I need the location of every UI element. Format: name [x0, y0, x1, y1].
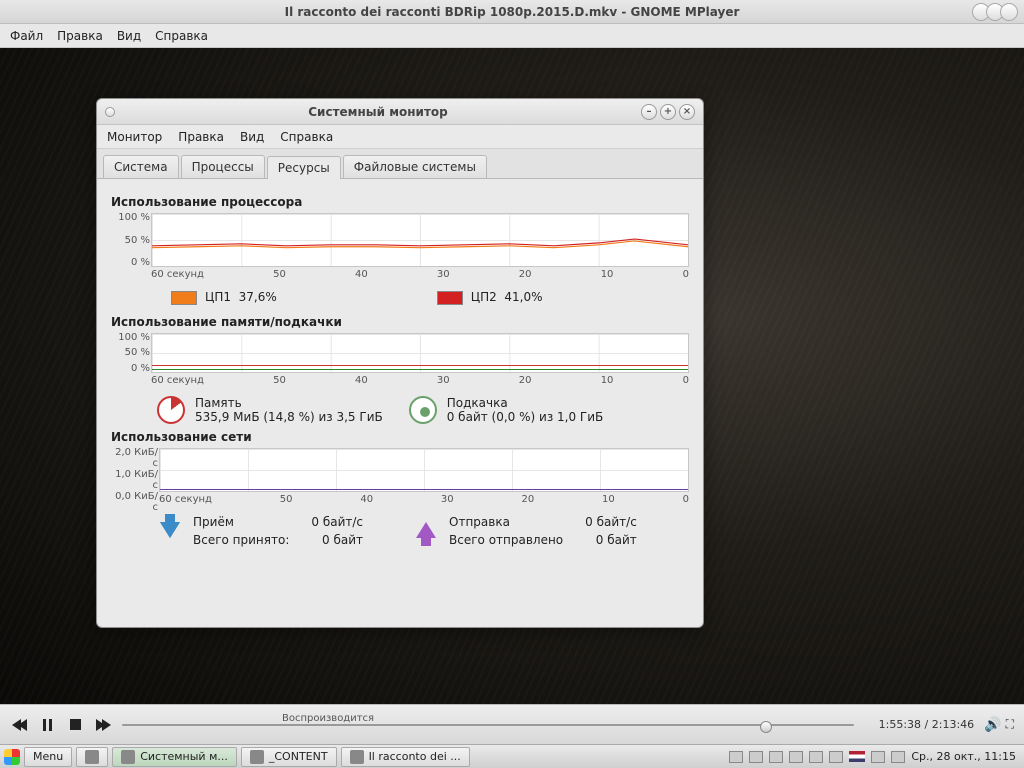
tx-rate: 0 байт/с	[585, 515, 637, 529]
mem-ylabels: 100 %50 %0 %	[110, 332, 150, 374]
taskbar-app-sysmon[interactable]: Системный м...	[112, 747, 237, 767]
upload-arrow-icon	[413, 515, 439, 545]
memory-pie-icon	[157, 396, 185, 424]
tray-icon[interactable]	[891, 751, 905, 763]
sysmon-body: Использование процессора 100 %50 %0 % 60…	[97, 179, 703, 563]
tab-processes[interactable]: Процессы	[181, 155, 265, 178]
taskbar: Menu Системный м... _CONTENT Il racconto…	[0, 744, 1024, 768]
swap-info: Подкачка 0 байт (0,0 %) из 1,0 ГиБ	[409, 396, 604, 424]
rx-total: 0 байт	[311, 533, 363, 547]
start-menu-icon[interactable]	[4, 749, 20, 765]
tray-icon[interactable]	[871, 751, 885, 763]
seek-slider[interactable]	[122, 724, 854, 726]
cpu-legend-1[interactable]: ЦП1 37,6%	[171, 290, 277, 305]
mplayer-menubar: Файл Правка Вид Справка	[0, 24, 1024, 48]
next-button[interactable]	[94, 716, 112, 734]
keyboard-layout-icon[interactable]	[849, 751, 865, 762]
tray-icon[interactable]	[729, 751, 743, 763]
sysmon-menubar: Монитор Правка Вид Справка	[97, 125, 703, 149]
pause-button[interactable]	[38, 716, 56, 734]
folder-icon	[250, 750, 264, 764]
menu-file[interactable]: Файл	[10, 29, 43, 43]
cpu-xlabels: 60 секунд50403020100	[151, 267, 689, 280]
rx-rate: 0 байт/с	[311, 515, 363, 529]
memory-label: Память	[195, 396, 383, 410]
prev-button[interactable]	[10, 716, 28, 734]
clock[interactable]: Ср., 28 окт., 11:15	[911, 750, 1016, 763]
menu-view[interactable]: Вид	[240, 130, 264, 144]
net-section-title: Использование сети	[111, 430, 689, 444]
window-buttons	[976, 3, 1018, 21]
tx-total-label: Всего отправлено	[449, 533, 563, 547]
tray-icon[interactable]	[829, 751, 843, 763]
mem-section-title: Использование памяти/подкачки	[111, 315, 689, 329]
net-tx-info: Отправка 0 байт/с Всего отправлено 0 байт	[413, 515, 637, 547]
cpu-chart: 100 %50 %0 %	[151, 213, 689, 267]
playback-status: Воспроизводится	[282, 713, 374, 724]
player-controls: Воспроизводится 1:55:38 / 2:13:46 🔊 ⛶	[0, 704, 1024, 744]
tx-total: 0 байт	[585, 533, 637, 547]
system-tray: Ср., 28 окт., 11:15	[729, 750, 1024, 763]
close-button[interactable]	[1000, 3, 1018, 21]
download-arrow-icon	[157, 515, 183, 545]
sysmon-title: Системный монитор	[115, 105, 641, 119]
mplayer-title: Il racconto dei racconti BDRip 1080p.201…	[285, 5, 740, 19]
tx-name: Отправка	[449, 515, 563, 529]
tray-icon[interactable]	[769, 751, 783, 763]
tab-resources[interactable]: Ресурсы	[267, 156, 341, 179]
tray-icon[interactable]	[749, 751, 763, 763]
fullscreen-icon[interactable]: ⛶	[1006, 717, 1014, 732]
sysmon-titlebar[interactable]: Системный монитор – + ×	[97, 99, 703, 125]
swap-label: Подкачка	[447, 396, 604, 410]
menu-help[interactable]: Справка	[155, 29, 208, 43]
menu-monitor[interactable]: Монитор	[107, 130, 162, 144]
mplayer-titlebar[interactable]: Il racconto dei racconti BDRip 1080p.201…	[0, 0, 1024, 24]
net-xlabels: 60 секунд50403020100	[159, 492, 689, 505]
sysmon-tabs: Система Процессы Ресурсы Файловые систем…	[97, 149, 703, 179]
desktop-icon	[85, 750, 99, 764]
net-rx-info: Приём 0 байт/с Всего принято: 0 байт	[157, 515, 363, 547]
minimize-button[interactable]: –	[641, 104, 657, 120]
rx-total-label: Всего принято:	[193, 533, 289, 547]
window-menu-icon[interactable]	[105, 107, 115, 117]
tray-icon[interactable]	[809, 751, 823, 763]
rx-name: Приём	[193, 515, 289, 529]
memory-info: Память 535,9 МиБ (14,8 %) из 3,5 ГиБ	[157, 396, 383, 424]
cpu-legend-2[interactable]: ЦП2 41,0%	[437, 290, 543, 305]
swap-value: 0 байт (0,0 %) из 1,0 ГиБ	[447, 410, 604, 424]
taskbar-app-mplayer[interactable]: Il racconto dei ...	[341, 747, 470, 767]
system-monitor-window: Системный монитор – + × Монитор Правка В…	[96, 98, 704, 628]
taskbar-app-content[interactable]: _CONTENT	[241, 747, 337, 767]
seek-thumb[interactable]	[760, 721, 772, 733]
tray-icon[interactable]	[789, 751, 803, 763]
mem-xlabels: 60 секунд50403020100	[151, 373, 689, 386]
stop-button[interactable]	[66, 716, 84, 734]
net-ylabels: 2,0 КиБ/с1,0 КиБ/с0,0 КиБ/с	[110, 447, 158, 493]
menu-help[interactable]: Справка	[280, 130, 333, 144]
net-chart: 2,0 КиБ/с1,0 КиБ/с0,0 КиБ/с	[159, 448, 689, 492]
cpu-ylabels: 100 %50 %0 %	[110, 212, 150, 268]
menu-view[interactable]: Вид	[117, 29, 141, 43]
show-desktop-button[interactable]	[76, 747, 108, 767]
time-display: 1:55:38 / 2:13:46	[864, 718, 974, 731]
memory-value: 535,9 МиБ (14,8 %) из 3,5 ГиБ	[195, 410, 383, 424]
video-icon	[350, 750, 364, 764]
volume-icon[interactable]: 🔊	[984, 717, 1001, 733]
cpu-section-title: Использование процессора	[111, 195, 689, 209]
swap-pie-icon	[409, 396, 437, 424]
close-button[interactable]: ×	[679, 104, 695, 120]
sysmon-icon	[121, 750, 135, 764]
menu-edit[interactable]: Правка	[178, 130, 224, 144]
mem-chart: 100 %50 %0 %	[151, 333, 689, 373]
tab-system[interactable]: Система	[103, 155, 179, 178]
cpu-legend: ЦП1 37,6% ЦП2 41,0%	[171, 290, 689, 305]
tab-filesystems[interactable]: Файловые системы	[343, 155, 487, 178]
start-menu-button[interactable]: Menu	[24, 747, 72, 767]
menu-edit[interactable]: Правка	[57, 29, 103, 43]
maximize-button[interactable]: +	[660, 104, 676, 120]
